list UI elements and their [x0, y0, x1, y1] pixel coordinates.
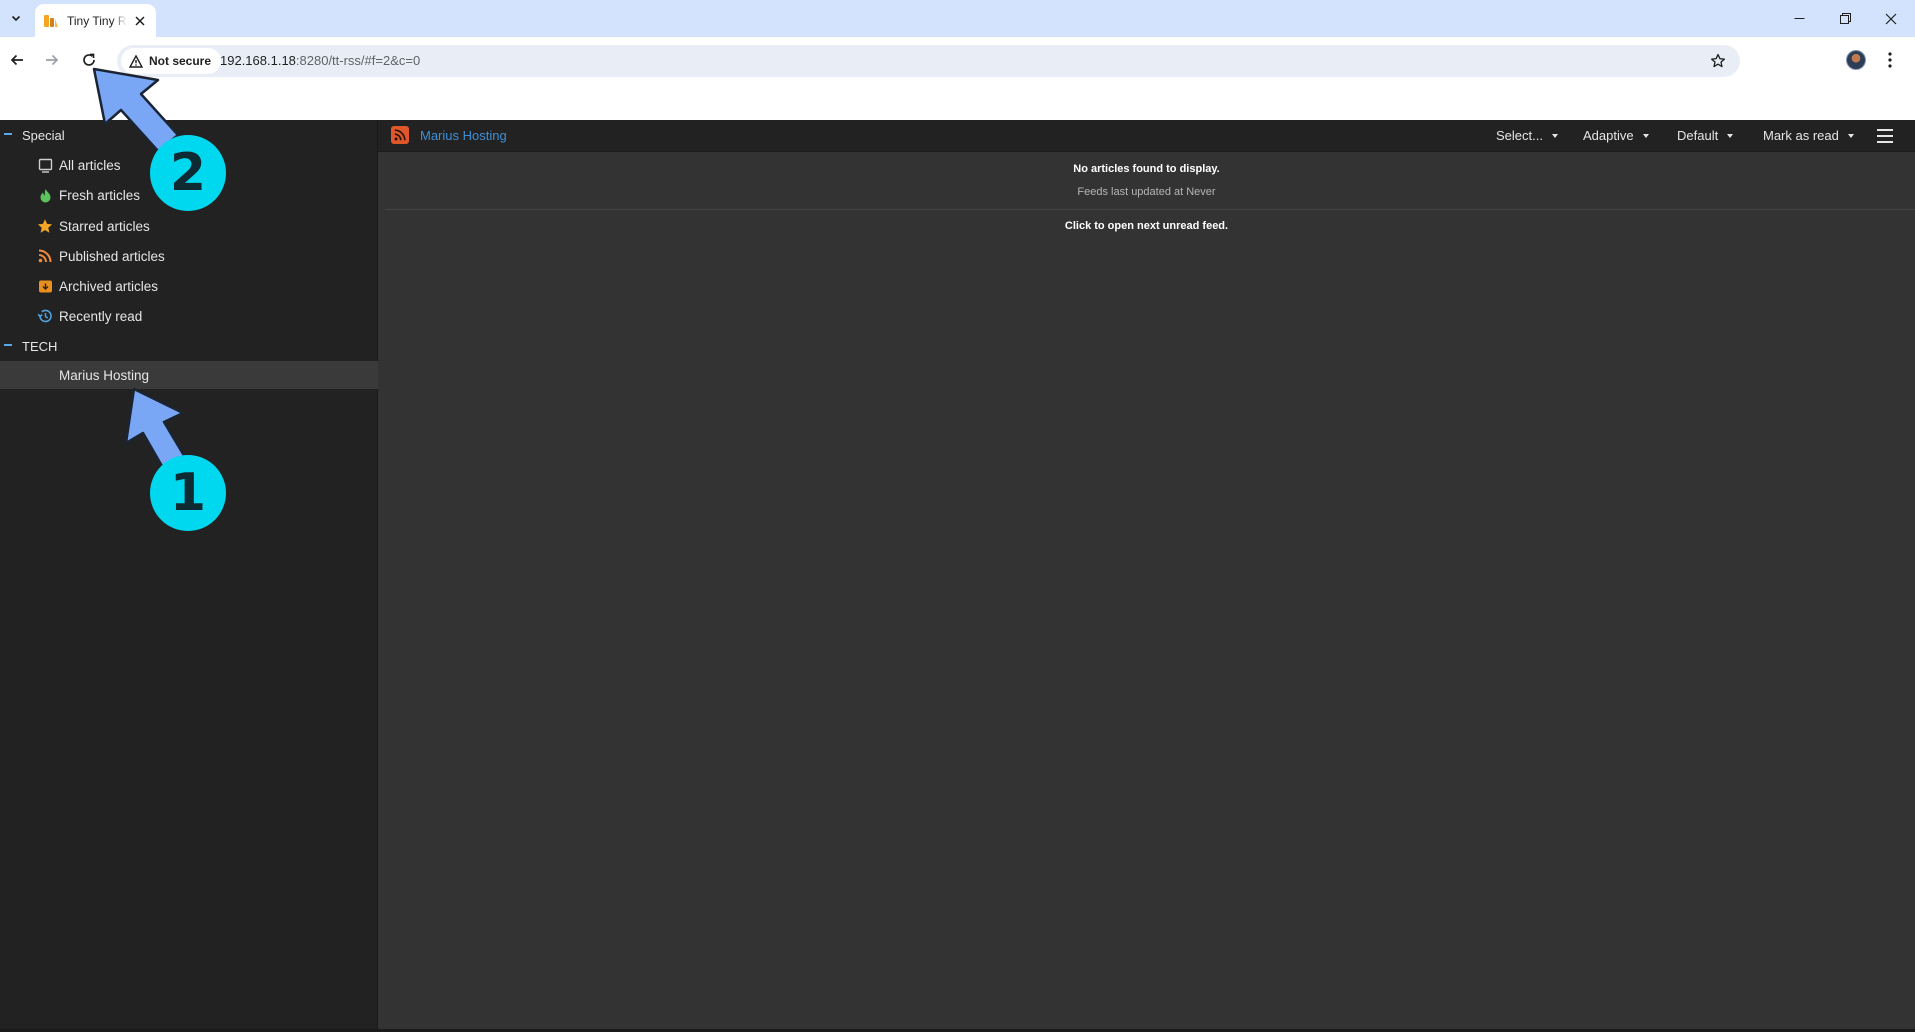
feed-label: All articles — [59, 157, 121, 173]
minimize-icon — [1794, 18, 1804, 19]
security-chip[interactable]: Not secure — [121, 48, 222, 74]
hamburger-menu-icon[interactable] — [1877, 129, 1893, 143]
headlines-toolbar: Marius Hosting Select... Adaptive Defaul… — [378, 120, 1915, 152]
feed-starred-articles[interactable]: Starred articles — [0, 211, 378, 241]
rss-icon — [37, 248, 53, 264]
restore-button[interactable] — [1822, 0, 1868, 37]
select-label: Select... — [1496, 128, 1543, 143]
feed-label: Marius Hosting — [59, 367, 150, 383]
step-badge-2: 2 — [150, 135, 226, 211]
divider — [385, 209, 1915, 210]
minimize-button[interactable] — [1776, 0, 1822, 37]
archive-icon — [37, 278, 53, 294]
security-label: Not secure — [149, 54, 212, 68]
inbox-icon — [37, 157, 53, 173]
restore-icon — [1839, 13, 1851, 24]
next-unread-feed-link[interactable]: Click to open next unread feed. — [378, 220, 1915, 232]
category-label: TECH — [22, 338, 58, 354]
collapse-icon[interactable] — [4, 344, 12, 346]
feed-label: Fresh articles — [59, 187, 141, 203]
headlines-pane: Marius Hosting Select... Adaptive Defaul… — [378, 120, 1915, 1032]
url-text[interactable]: 192.168.1.18:8280/tt-rss/#f=2&c=0 — [220, 53, 420, 68]
bookmark-star-button[interactable] — [1708, 51, 1728, 71]
select-dropdown[interactable]: Select... — [1496, 128, 1558, 143]
profile-avatar[interactable] — [1846, 50, 1866, 70]
category-tech[interactable]: TECH — [0, 331, 378, 361]
browser-tab[interactable]: Tiny Tiny RSS — [35, 4, 156, 37]
ttrss-app: Special All articles Fresh articles Star… — [0, 120, 1915, 1032]
browser-menu-button[interactable] — [1880, 47, 1900, 73]
warning-icon — [129, 54, 143, 68]
close-window-button[interactable] — [1868, 0, 1914, 37]
collapse-icon[interactable] — [4, 133, 12, 135]
last-updated-text: Feeds last updated at Never — [1077, 186, 1216, 198]
close-icon — [1885, 13, 1897, 24]
forward-button[interactable] — [35, 43, 69, 77]
feed-tree-sidebar: Special All articles Fresh articles Star… — [0, 120, 378, 1032]
url-host: 192.168.1.18 — [220, 53, 296, 68]
history-icon — [37, 308, 53, 324]
no-articles-message: No articles found to display. — [1073, 163, 1220, 175]
star-outline-icon — [1710, 53, 1726, 68]
mark-as-read-dropdown[interactable]: Mark as read — [1763, 128, 1854, 143]
feed-label: Recently read — [59, 308, 143, 324]
back-arrow-icon — [10, 54, 23, 66]
fresh-icon — [37, 187, 53, 203]
bookmarks-bar — [0, 84, 1915, 120]
tab-title: Tiny Tiny RSS — [67, 13, 127, 28]
address-bar[interactable]: Not secure 192.168.1.18:8280/tt-rss/#f=2… — [117, 45, 1740, 77]
feed-archived-articles[interactable]: Archived articles — [0, 271, 378, 301]
category-label: Special — [22, 127, 65, 143]
ttrss-favicon-icon — [43, 13, 59, 29]
feed-marius-hosting[interactable]: Marius Hosting — [0, 361, 378, 389]
caret-down-icon — [1551, 133, 1558, 138]
url-path: :8280/tt-rss/#f=2&c=0 — [295, 53, 421, 68]
view-mode-dropdown[interactable]: Adaptive — [1583, 128, 1649, 143]
forward-arrow-icon — [46, 54, 59, 66]
caret-down-icon — [1642, 133, 1649, 138]
tab-search-button[interactable] — [3, 5, 29, 31]
sort-order-label: Default — [1677, 128, 1719, 143]
feed-rss-icon — [391, 126, 409, 144]
sort-order-dropdown[interactable]: Default — [1677, 128, 1734, 143]
feed-title-link[interactable]: Marius Hosting — [420, 128, 507, 143]
caret-down-icon — [1727, 133, 1734, 138]
chevron-down-icon — [11, 15, 21, 22]
browser-toolbar: Not secure 192.168.1.18:8280/tt-rss/#f=2… — [0, 37, 1915, 84]
feed-recently-read[interactable]: Recently read — [0, 301, 378, 331]
feed-label: Starred articles — [59, 218, 150, 234]
mark-as-read-label: Mark as read — [1763, 128, 1839, 143]
view-mode-label: Adaptive — [1583, 128, 1634, 143]
tab-close-icon[interactable] — [132, 13, 148, 29]
more-vert-icon — [1888, 52, 1892, 68]
reload-icon — [83, 53, 95, 66]
feed-published-articles[interactable]: Published articles — [0, 241, 378, 271]
browser-tab-strip: Tiny Tiny RSS — [0, 0, 1915, 37]
caret-down-icon — [1847, 133, 1854, 138]
back-button[interactable] — [0, 43, 34, 77]
star-icon — [37, 218, 53, 234]
feed-label: Archived articles — [59, 278, 159, 294]
step-badge-1: 1 — [150, 455, 226, 531]
feed-label: Published articles — [59, 248, 165, 264]
reload-button[interactable] — [72, 43, 106, 77]
